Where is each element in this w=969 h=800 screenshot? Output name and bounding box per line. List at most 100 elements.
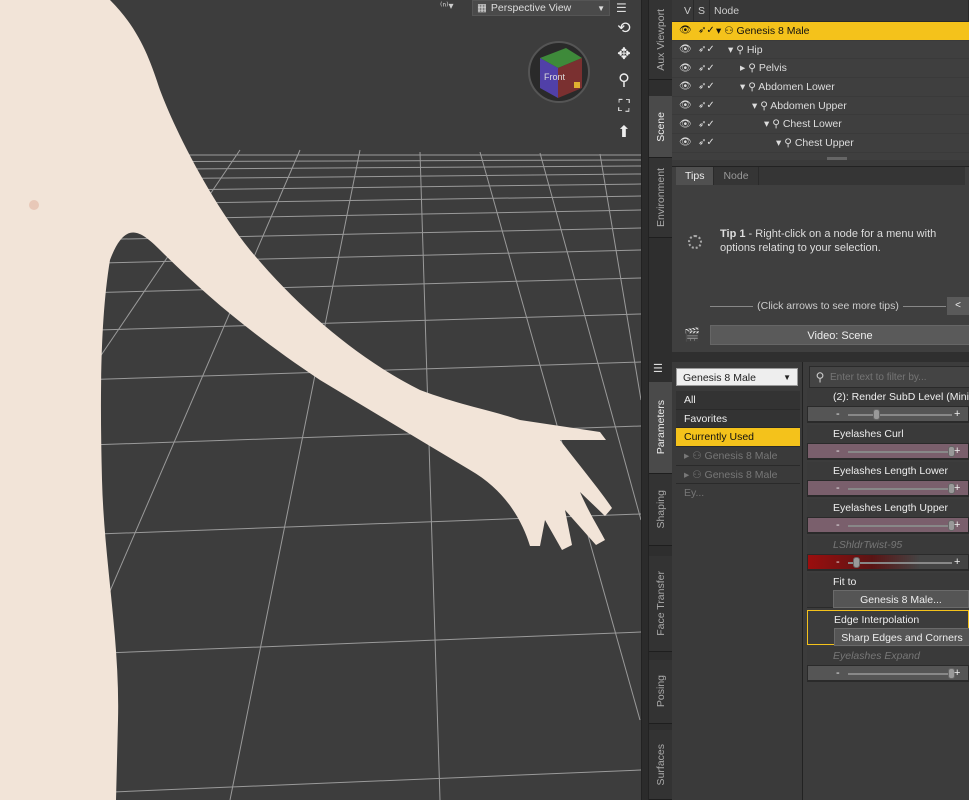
plus-icon[interactable]: +: [954, 407, 960, 421]
viewport-splitter[interactable]: [641, 0, 649, 800]
cursor-icon[interactable]: ➶✓: [698, 44, 715, 55]
frame-icon[interactable]: ⛶: [613, 96, 635, 118]
reset-view-icon[interactable]: ⬆: [613, 122, 635, 144]
property-groups: Genesis 8 Male ▼ All Favorites Currently U…: [672, 362, 803, 800]
filter-input[interactable]: [830, 371, 960, 383]
plus-icon[interactable]: +: [954, 518, 960, 532]
property-slider[interactable]: - +: [807, 406, 969, 422]
minus-icon[interactable]: -: [836, 407, 840, 421]
menu-lines-icon[interactable]: ☰: [616, 1, 627, 15]
expand-arrow-icon[interactable]: ▾: [764, 118, 769, 130]
expand-arrow-icon[interactable]: ▾: [716, 25, 721, 37]
panel-splitter[interactable]: [672, 352, 969, 362]
property-slider[interactable]: - +: [807, 480, 969, 496]
property-label: Eyelashes Expand: [833, 650, 920, 662]
cursor-icon[interactable]: ➶✓: [698, 100, 715, 111]
nav-cube[interactable]: Front: [528, 36, 590, 106]
eye-icon[interactable]: 👁: [679, 81, 693, 92]
plus-icon[interactable]: +: [954, 555, 960, 569]
minus-icon[interactable]: -: [836, 518, 840, 532]
figure-icon: ⚇: [724, 24, 734, 37]
property-slider[interactable]: - +: [807, 554, 969, 570]
slider-knob[interactable]: [873, 409, 880, 420]
scene-header: V S Node: [672, 0, 969, 22]
tab-posing[interactable]: Posing: [649, 660, 672, 724]
category-item[interactable]: Currently Used: [676, 428, 800, 448]
scene-panel: V S Node 👁 ➶✓ ▾ ⚇ Genesis 8 Male 👁 ➶✓ ▾ ⚲ Hip…: [672, 0, 969, 160]
tab-label: Posing: [654, 675, 667, 708]
parameters-panel: Genesis 8 Male ▼ All Favorites Currently U…: [672, 362, 969, 800]
property-slider[interactable]: - +: [807, 517, 969, 533]
grid-line: [229, 149, 361, 800]
property-slider[interactable]: - +: [807, 665, 969, 681]
orbit-icon[interactable]: ⟲: [613, 18, 635, 40]
cursor-icon[interactable]: ➶✓: [698, 119, 715, 130]
plus-icon[interactable]: +: [954, 481, 960, 495]
eye-icon[interactable]: 👁: [679, 137, 693, 148]
category-item[interactable]: Favorites: [676, 409, 800, 429]
viewport-toolbar: ⁽ⁿ⁾▾ ▦ Perspective View ▼ ☰: [440, 0, 627, 16]
cursor-icon[interactable]: ➶✓: [698, 63, 715, 74]
scene-node-row[interactable]: 👁 ➶✓ ▾ ⚲ Abdomen Upper: [672, 97, 969, 116]
panel-menu-icon[interactable]: ☰: [653, 362, 663, 375]
scene-node-row[interactable]: 👁 ➶✓ ▾ ⚇ Genesis 8 Male: [672, 22, 969, 41]
eye-icon[interactable]: 👁: [679, 63, 693, 74]
plus-icon[interactable]: +: [954, 666, 960, 680]
minus-icon[interactable]: -: [836, 444, 840, 458]
category-item[interactable]: All: [676, 391, 800, 410]
scene-node-row[interactable]: 👁 ➶✓ ▾ ⚲ Hip: [672, 41, 969, 60]
pan-icon[interactable]: ✥: [613, 44, 635, 66]
camera-menu-icon[interactable]: ⁽ⁿ⁾▾: [440, 1, 466, 15]
tab-face-transfer[interactable]: Face Transfer: [649, 556, 672, 652]
cursor-icon[interactable]: ➶✓: [698, 81, 715, 92]
tab-aux-viewport[interactable]: Aux Viewport: [649, 0, 672, 80]
scene-node-row[interactable]: 👁 ➶✓ ▾ ⚲ Chest Upper: [672, 134, 969, 153]
property-label: Eyelashes Length Lower: [833, 465, 948, 477]
col-selectable[interactable]: S: [694, 0, 710, 21]
zoom-icon[interactable]: ⚲: [613, 70, 635, 92]
eye-icon[interactable]: 👁: [679, 44, 693, 55]
tab-scene[interactable]: Scene: [649, 96, 672, 158]
eye-icon[interactable]: 👁: [679, 25, 693, 36]
minus-icon[interactable]: -: [836, 481, 840, 495]
slider-knob[interactable]: [853, 557, 860, 568]
expand-arrow-icon[interactable]: ▸: [740, 62, 745, 74]
clapperboard-icon: 🎬: [684, 327, 701, 342]
property-button[interactable]: Genesis 8 Male...: [833, 590, 969, 608]
video-scene-button[interactable]: Video: Scene: [710, 325, 969, 345]
expand-arrow-icon[interactable]: ▾: [728, 44, 733, 56]
eye-icon[interactable]: 👁: [679, 119, 693, 130]
expand-arrow-icon[interactable]: ▸: [684, 469, 689, 481]
minus-icon[interactable]: -: [836, 666, 840, 680]
cursor-icon[interactable]: ➶✓: [698, 25, 715, 36]
scene-node-row[interactable]: 👁 ➶✓ ▾ ⚲ Chest Lower: [672, 115, 969, 135]
expand-arrow-icon[interactable]: ▸: [684, 450, 689, 462]
col-visibility[interactable]: V: [676, 0, 694, 21]
eye-icon[interactable]: 👁: [679, 100, 693, 111]
tab-tips[interactable]: Tips: [676, 167, 715, 185]
minus-icon[interactable]: -: [836, 555, 840, 569]
property-button[interactable]: Sharp Edges and Corners: [834, 628, 969, 646]
expand-arrow-icon[interactable]: ▾: [752, 100, 757, 112]
tab-surfaces[interactable]: Surfaces: [649, 730, 672, 800]
viewport-3d[interactable]: ⁽ⁿ⁾▾ ▦ Perspective View ▼ ☰ Front ⟲ ✥ ⚲ …: [0, 0, 641, 800]
scene-node-row[interactable]: 👁 ➶✓ ▾ ⚲ Abdomen Lower: [672, 78, 969, 97]
tab-node[interactable]: Node: [714, 167, 759, 185]
camera-select[interactable]: ▦ Perspective View ▼: [472, 0, 610, 16]
expand-arrow-icon[interactable]: ▾: [740, 81, 745, 93]
cursor-icon[interactable]: ➶✓: [698, 137, 715, 148]
tab-parameters[interactable]: Parameters: [649, 382, 672, 474]
plus-icon[interactable]: +: [954, 444, 960, 458]
scroll-grip[interactable]: [827, 157, 847, 160]
category-item[interactable]: ▸ ⚇ Genesis 8 Male Ey...: [676, 465, 800, 499]
col-node[interactable]: Node: [710, 0, 969, 21]
expand-arrow-icon[interactable]: ▾: [776, 137, 781, 149]
tab-environment[interactable]: Environment: [649, 158, 672, 238]
category-item[interactable]: ▸ ⚇ Genesis 8 Male: [676, 447, 800, 466]
node-select[interactable]: Genesis 8 Male ▼: [676, 368, 798, 386]
property-slider[interactable]: - +: [807, 443, 969, 459]
tab-shaping[interactable]: Shaping: [649, 474, 672, 546]
prev-tip-button[interactable]: <: [947, 297, 969, 315]
scene-node-row[interactable]: 👁 ➶✓ ▸ ⚲ Pelvis: [672, 59, 969, 79]
filter-box[interactable]: ⚲: [809, 366, 969, 388]
